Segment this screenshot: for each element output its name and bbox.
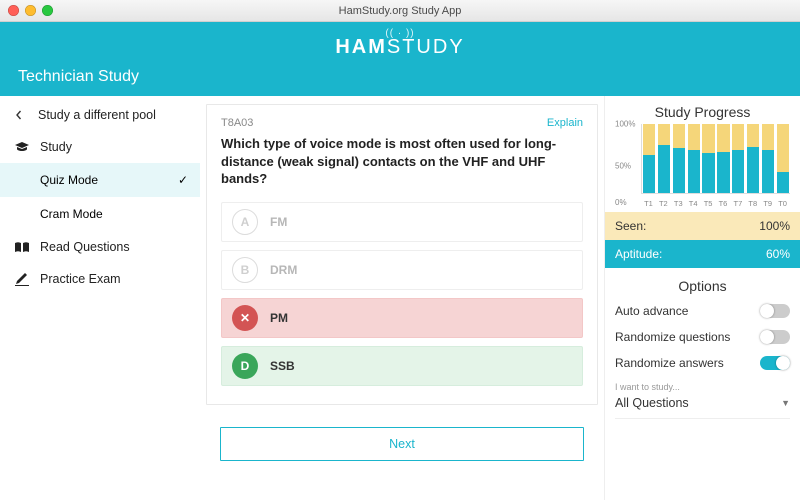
option-auto-advance: Auto advance — [615, 298, 790, 324]
select-value: All Questions — [615, 396, 689, 410]
study-submenu: Quiz Mode ✓ Cram Mode — [0, 163, 200, 231]
xtick: T8 — [745, 199, 760, 208]
antenna-icon: (( · )) — [335, 28, 464, 39]
chart-plot-area — [641, 124, 790, 194]
submenu-label: Cram Mode — [40, 207, 103, 221]
close-window-button[interactable] — [8, 5, 19, 16]
sidebar-item-practice-exam[interactable]: Practice Exam — [0, 263, 200, 295]
xtick: T9 — [760, 199, 775, 208]
submenu-label: Quiz Mode — [40, 173, 98, 187]
answer-label: FM — [270, 215, 287, 229]
answer-c-wrong[interactable]: ✕ PM — [221, 298, 583, 338]
book-icon — [14, 240, 30, 254]
sidebar-item-label: Study — [40, 140, 72, 154]
chart-xticks: T1T2T3T4T5T6T7T8T9T0 — [641, 199, 790, 208]
submenu-quiz-mode[interactable]: Quiz Mode ✓ — [0, 163, 200, 197]
answer-letter: B — [232, 257, 258, 283]
xtick: T2 — [656, 199, 671, 208]
mac-titlebar: HamStudy.org Study App — [0, 0, 800, 22]
answer-a[interactable]: A FM — [221, 202, 583, 242]
sidebar-item-read-questions[interactable]: Read Questions — [0, 231, 200, 263]
brand-logo: (( · )) HAMSTUDY — [335, 28, 464, 59]
chart-bar — [777, 124, 789, 193]
answer-label: DRM — [270, 263, 297, 277]
stat-aptitude: Aptitude: 60% — [605, 240, 800, 268]
toggle-auto-advance[interactable] — [760, 304, 790, 318]
sidebar-item-study[interactable]: Study — [0, 131, 200, 163]
xtick: T5 — [701, 199, 716, 208]
chart-bar — [747, 124, 759, 193]
study-filter-label: I want to study... — [615, 382, 790, 392]
answer-label: SSB — [270, 359, 295, 373]
xtick: T0 — [775, 199, 790, 208]
question-code: T8A03 — [221, 117, 253, 129]
sidebar-item-label: Practice Exam — [40, 272, 121, 286]
back-label: Study a different pool — [38, 108, 156, 122]
toggle-randomize-answers[interactable] — [760, 356, 790, 370]
main-panel: T8A03 Explain Which type of voice mode i… — [200, 96, 604, 500]
study-filter-select[interactable]: All Questions ▼ — [615, 392, 790, 419]
caret-down-icon: ▼ — [781, 398, 790, 408]
answer-letter: D — [232, 353, 258, 379]
answer-d-correct[interactable]: D SSB — [221, 346, 583, 386]
brand-left: HAM — [335, 36, 387, 58]
ytick: 0% — [615, 198, 627, 207]
sidebar-item-label: Read Questions — [40, 240, 130, 254]
brand-right: STUDY — [387, 36, 465, 58]
question-card: T8A03 Explain Which type of voice mode i… — [206, 104, 598, 405]
chart-bar — [658, 124, 670, 193]
question-text: Which type of voice mode is most often u… — [221, 135, 583, 188]
chart-bar — [732, 124, 744, 193]
xtick: T1 — [641, 199, 656, 208]
minimize-window-button[interactable] — [25, 5, 36, 16]
xtick: T6 — [716, 199, 731, 208]
xtick: T7 — [730, 199, 745, 208]
submenu-cram-mode[interactable]: Cram Mode — [0, 197, 200, 231]
stat-seen: Seen: 100% — [605, 212, 800, 240]
chart-bar — [643, 124, 655, 193]
stat-label: Aptitude: — [615, 247, 662, 261]
xtick: T3 — [671, 199, 686, 208]
app-header: (( · )) HAMSTUDY Technician Study — [0, 22, 800, 96]
progress-chart: 100% 50% 0% T1T2T3T4T5T6T7T8T9T0 — [615, 124, 790, 208]
answer-label: PM — [270, 311, 288, 325]
chart-bar — [702, 124, 714, 193]
chart-bar — [673, 124, 685, 193]
options-title: Options — [615, 278, 790, 294]
page-title: Technician Study — [18, 68, 139, 86]
x-icon: ✕ — [232, 305, 258, 331]
window-title: HamStudy.org Study App — [339, 5, 462, 17]
window-controls — [8, 5, 53, 16]
progress-title: Study Progress — [615, 104, 790, 120]
chart-bar — [688, 124, 700, 193]
next-button[interactable]: Next — [220, 427, 584, 461]
stat-label: Seen: — [615, 219, 646, 233]
stat-value: 100% — [759, 219, 790, 233]
aside-panel: Study Progress 100% 50% 0% T1T2T3T4T5T6T… — [604, 96, 800, 500]
option-label: Randomize questions — [615, 330, 730, 344]
sidebar: Study a different pool Study Quiz Mode ✓… — [0, 96, 200, 500]
chart-bar — [717, 124, 729, 193]
pencil-icon — [14, 272, 30, 286]
ytick: 50% — [615, 162, 631, 171]
option-label: Auto advance — [615, 304, 688, 318]
ytick: 100% — [615, 120, 635, 129]
graduation-cap-icon — [14, 140, 30, 154]
answer-b[interactable]: B DRM — [221, 250, 583, 290]
zoom-window-button[interactable] — [42, 5, 53, 16]
option-label: Randomize answers — [615, 356, 724, 370]
option-randomize-answers: Randomize answers — [615, 350, 790, 376]
xtick: T4 — [686, 199, 701, 208]
toggle-randomize-questions[interactable] — [760, 330, 790, 344]
answer-letter: A — [232, 209, 258, 235]
check-icon: ✓ — [178, 173, 188, 187]
option-randomize-questions: Randomize questions — [615, 324, 790, 350]
chart-bar — [762, 124, 774, 193]
explain-link[interactable]: Explain — [547, 117, 583, 129]
chevron-left-icon — [14, 110, 28, 120]
back-to-pools[interactable]: Study a different pool — [0, 96, 200, 131]
stat-value: 60% — [766, 247, 790, 261]
